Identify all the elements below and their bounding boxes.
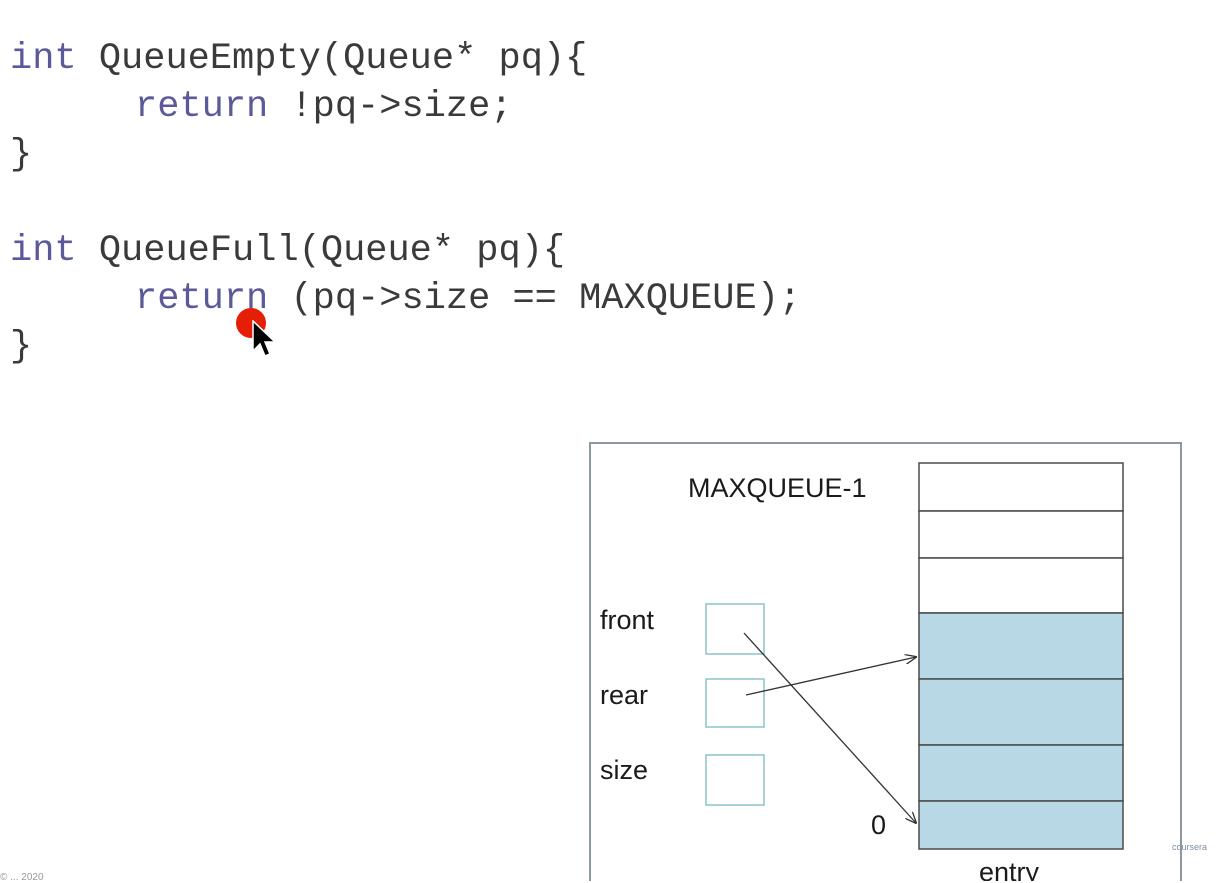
array-cell-empty	[918, 557, 1124, 614]
coursera-watermark: coursera	[1172, 842, 1208, 852]
maxqueue-label: MAXQUEUE-1	[688, 473, 867, 503]
array-cell-empty	[918, 510, 1124, 559]
array-cell-filled	[918, 800, 1124, 850]
queue-diagram: MAXQUEUE-1 front rear size 0 entry	[589, 442, 1182, 881]
array-cell-filled	[918, 744, 1124, 802]
field-label-front: front	[600, 605, 655, 635]
index-zero-label: 0	[871, 810, 886, 840]
entry-array	[918, 462, 1124, 850]
array-cell-empty	[918, 462, 1124, 512]
entry-label: entry	[979, 857, 1040, 881]
field-label-rear: rear	[600, 680, 648, 710]
array-cell-filled	[918, 678, 1124, 746]
rear-box	[705, 678, 765, 728]
mouse-pointer-icon	[252, 320, 277, 357]
field-label-size: size	[600, 755, 648, 785]
array-cell-filled	[918, 612, 1124, 680]
footer-text: © ... 2020	[0, 872, 44, 883]
front-box	[705, 603, 765, 655]
size-box	[705, 754, 765, 806]
